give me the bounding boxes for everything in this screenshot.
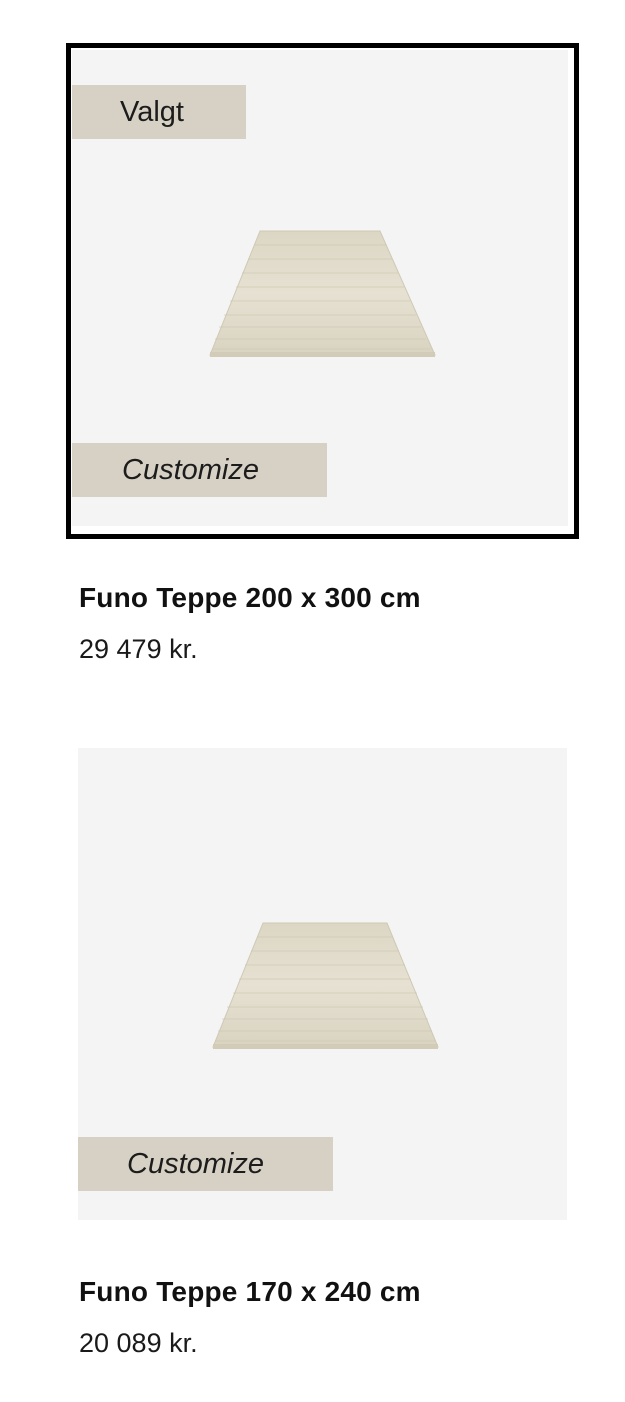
selected-badge: Valgt: [72, 85, 246, 139]
product-title[interactable]: Funo Teppe 170 x 240 cm: [79, 1275, 421, 1309]
product-price: 20 089 kr.: [79, 1328, 198, 1358]
customize-button[interactable]: Customize: [78, 1137, 333, 1191]
rug-image: [209, 230, 436, 357]
product-image-container[interactable]: Customize: [78, 748, 567, 1220]
product-price: 29 479 kr.: [79, 634, 198, 664]
product-image-container[interactable]: Valgt Customize: [72, 50, 568, 526]
customize-button[interactable]: Customize: [72, 443, 327, 497]
product-title[interactable]: Funo Teppe 200 x 300 cm: [79, 581, 421, 615]
rug-image: [212, 922, 439, 1049]
